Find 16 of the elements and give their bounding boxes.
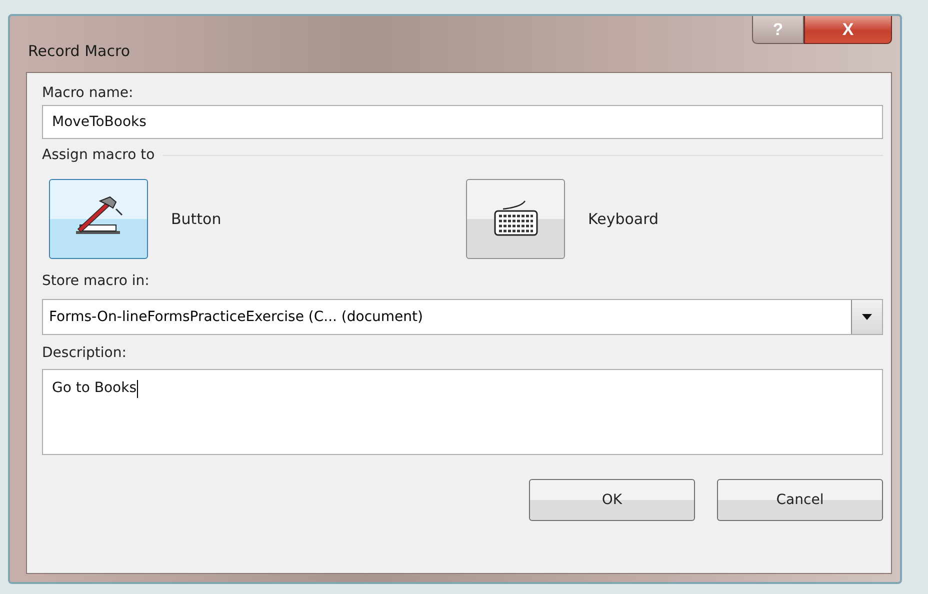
store-dropdown[interactable]: Forms-On-lineFormsPracticeExercise (C... (document) [42,299,883,335]
option-label: Button [171,210,222,228]
assign-option-button[interactable] [49,179,148,259]
macro-name-field[interactable]: MoveToBooks [42,105,883,139]
dialog-button[interactable]: OK [529,479,695,521]
field-label: Store macro in: [42,273,150,291]
dialog-button[interactable]: Cancel [717,479,883,521]
group-label: Assign macro to [42,147,155,163]
description-field[interactable]: Go to Books [42,369,883,455]
option-label: Keyboard [588,210,659,228]
dropdown-arrow-icon [862,314,872,320]
window-title: Record Macro [28,42,131,60]
close-button[interactable]: X [804,16,892,44]
field-label: Macro name: [42,85,134,103]
assign-option-button[interactable] [466,179,565,259]
field-label: Description: [42,345,128,363]
